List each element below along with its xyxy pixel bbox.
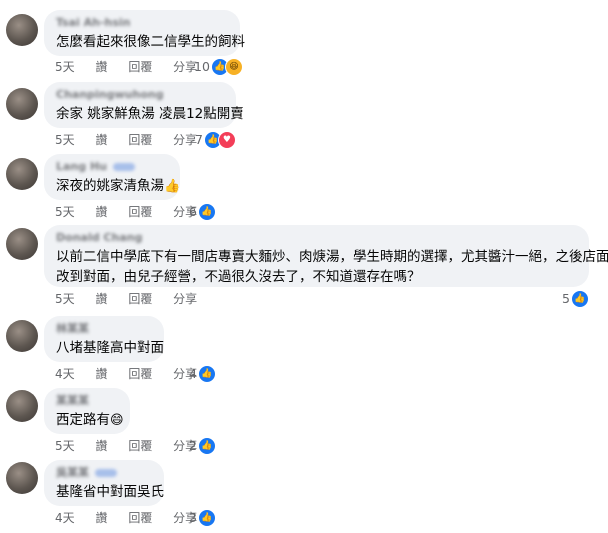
reaction-summary[interactable]: 7 👍 ♥: [195, 131, 236, 149]
reaction-summary[interactable]: 10 👍 😆: [194, 58, 243, 76]
comment-text: 怎麼看起來很像二信學生的飼料: [56, 34, 245, 50]
like-button[interactable]: 讚: [95, 511, 107, 525]
share-button[interactable]: 分享: [173, 292, 197, 306]
like-button[interactable]: 讚: [95, 60, 107, 74]
comment-text: 西定路有😄: [56, 412, 124, 428]
reaction-summary[interactable]: 4 👍: [189, 365, 216, 383]
like-button[interactable]: 讚: [95, 439, 107, 453]
reaction-count: 7: [195, 132, 203, 147]
reply-button[interactable]: 回覆: [128, 292, 152, 306]
comment-bubble: Lang Hu 深夜的姚家清魚湯👍: [44, 154, 180, 200]
smile-emoji: 😄: [110, 413, 124, 428]
like-button[interactable]: 讚: [95, 367, 107, 381]
comment-actions: 5天 讚 回覆 分享: [55, 132, 214, 148]
comment-text: 余家 姚家鮮魚湯 凌晨12點開賣: [56, 106, 244, 122]
comment-text: 八堵基隆高中對面: [56, 340, 164, 356]
comment-bubble: Chanpingwuhong 余家 姚家鮮魚湯 凌晨12點開賣: [44, 82, 244, 128]
thumbs-up-icon: 👍: [197, 203, 216, 221]
avatar[interactable]: [6, 228, 38, 260]
like-button[interactable]: 讚: [95, 133, 107, 147]
commenter-name[interactable]: Tsai Ah-hsin: [56, 16, 228, 30]
reaction-summary[interactable]: 3 👍: [189, 509, 216, 527]
comment-bubble: 林某某 八堵基隆高中對面: [44, 316, 164, 362]
reaction-summary[interactable]: 5 👍: [562, 290, 589, 308]
comment-text: 基隆省中對面吳氏: [56, 484, 164, 500]
timestamp[interactable]: 4天: [55, 511, 75, 525]
reply-button[interactable]: 回覆: [128, 511, 152, 525]
commenter-name[interactable]: 林某某: [56, 322, 152, 336]
reply-button[interactable]: 回覆: [128, 439, 152, 453]
comment-bubble: Donald Chang 以前二信中學底下有一間店專賣大麵炒、肉焿湯，學生時期的…: [44, 225, 608, 287]
comment-text: 以前二信中學底下有一間店專賣大麵炒、肉焿湯，學生時期的選擇，尤其醬汁一絕，之後店…: [56, 249, 608, 265]
avatar[interactable]: [6, 14, 38, 46]
comment-bubble: Tsai Ah-hsin 怎麼看起來很像二信學生的飼料: [44, 10, 245, 56]
share-button[interactable]: 分享: [173, 133, 197, 147]
commenter-name[interactable]: Chanpingwuhong: [56, 88, 224, 102]
comment-text: 深夜的姚家清魚湯👍: [56, 178, 181, 194]
timestamp[interactable]: 4天: [55, 367, 75, 381]
reply-button[interactable]: 回覆: [128, 133, 152, 147]
reaction-count: 10: [194, 59, 210, 74]
avatar[interactable]: [6, 390, 38, 422]
reaction-summary[interactable]: 2 👍: [189, 437, 216, 455]
reply-button[interactable]: 回覆: [128, 60, 152, 74]
avatar[interactable]: [6, 462, 38, 494]
thumbs-up-icon: 👍: [570, 290, 589, 308]
reaction-summary[interactable]: 6 👍: [189, 203, 216, 221]
reaction-count: 6: [189, 204, 197, 219]
like-button[interactable]: 讚: [95, 205, 107, 219]
avatar[interactable]: [6, 88, 38, 120]
like-button[interactable]: 讚: [95, 292, 107, 306]
thumbs-up-icon: 👍: [197, 437, 216, 455]
comment-bubble: 某某某 西定路有😄: [44, 388, 130, 434]
thumbs-up-emoji: 👍: [164, 179, 181, 194]
commenter-name[interactable]: Donald Chang: [56, 231, 577, 245]
reaction-count: 5: [562, 291, 570, 306]
comment-bubble: 吳某某 基隆省中對面吳氏: [44, 460, 164, 506]
timestamp[interactable]: 5天: [55, 60, 75, 74]
thumbs-up-icon: 👍: [197, 509, 216, 527]
commenter-name[interactable]: 吳某某: [56, 466, 152, 480]
timestamp[interactable]: 5天: [55, 133, 75, 147]
comment-actions: 5天 讚 回覆 分享: [55, 291, 214, 307]
avatar[interactable]: [6, 320, 38, 352]
reaction-count: 4: [189, 366, 197, 381]
reply-button[interactable]: 回覆: [128, 205, 152, 219]
reply-button[interactable]: 回覆: [128, 367, 152, 381]
commenter-name[interactable]: 某某某: [56, 394, 118, 408]
heart-icon: ♥: [217, 131, 236, 149]
avatar[interactable]: [6, 158, 38, 190]
laugh-icon: 😆: [224, 58, 243, 76]
reaction-count: 2: [189, 438, 197, 453]
comment-actions: 5天 讚 回覆 分享: [55, 59, 214, 75]
commenter-name[interactable]: Lang Hu: [56, 160, 168, 174]
thumbs-up-icon: 👍: [197, 365, 216, 383]
reaction-count: 3: [189, 510, 197, 525]
timestamp[interactable]: 5天: [55, 205, 75, 219]
timestamp[interactable]: 5天: [55, 439, 75, 453]
timestamp[interactable]: 5天: [55, 292, 75, 306]
comment-text-line2: 改到對面，由兒子經營，不過很久沒去了，不知道還存在嗎？: [56, 269, 421, 285]
